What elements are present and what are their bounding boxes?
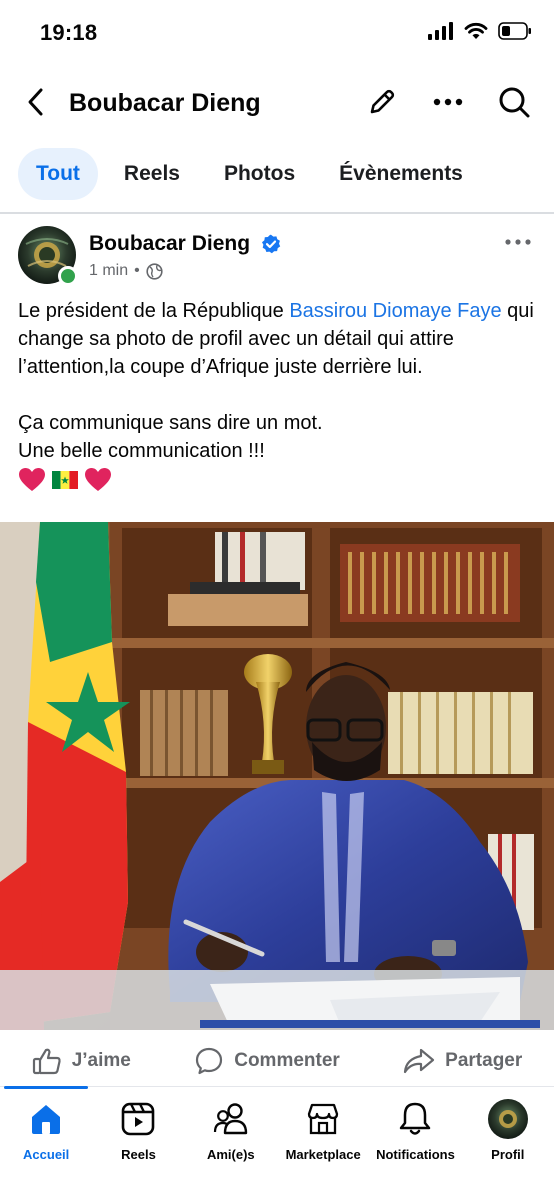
divider: [0, 212, 554, 214]
nav-label: Reels: [121, 1147, 156, 1162]
status-bar: 19:18: [0, 0, 554, 66]
nav-label: Notifications: [376, 1147, 455, 1162]
share-arrow-icon: [404, 1048, 435, 1074]
nav-home[interactable]: Accueil: [0, 1099, 92, 1162]
red-heart-icon: [85, 468, 111, 491]
share-label: Partager: [445, 1050, 523, 1071]
reels-icon: [122, 1102, 155, 1136]
edit-button[interactable]: [364, 84, 400, 120]
post-more-button[interactable]: [500, 228, 536, 256]
more-options-button[interactable]: [430, 84, 466, 120]
tab-tout[interactable]: Tout: [18, 148, 98, 200]
status-icons: [428, 22, 532, 40]
like-button[interactable]: J’aime: [32, 1047, 131, 1075]
nav-label: Profil: [491, 1147, 525, 1162]
friends-icon: [213, 1103, 248, 1135]
nav-notifications[interactable]: Notifications: [369, 1099, 461, 1162]
back-button[interactable]: [18, 84, 54, 120]
post-paragraph-2: Ça communique sans dire un mot.: [18, 412, 323, 434]
active-tab-indicator: [4, 1086, 88, 1089]
meta-separator: •: [134, 262, 140, 279]
trophy-avatar-art: [498, 1110, 517, 1128]
photo-president-office: [0, 522, 554, 1030]
post-photo[interactable]: [0, 522, 554, 1030]
post-action-bar: J’aime Commenter Partager: [0, 1036, 554, 1086]
tab-photos[interactable]: Photos: [206, 148, 313, 200]
post-meta: 1 min •: [89, 262, 163, 280]
pencil-icon: [370, 89, 395, 114]
search-icon: [499, 87, 530, 118]
nav-label: Ami(e)s: [206, 1147, 255, 1162]
thumbs-up-icon: [32, 1048, 61, 1075]
post-paragraph-3: Une belle communication !!!: [18, 440, 265, 462]
comment-button[interactable]: Commenter: [194, 1046, 340, 1076]
bottom-navigation: Accueil Reels Ami(e)s Marketplace Notifi…: [0, 1086, 554, 1200]
post-paragraph-1: Le président de la République Bassirou D…: [18, 297, 538, 381]
mention-link[interactable]: Bassirou Diomaye Faye: [289, 300, 501, 322]
verified-badge-icon: [262, 234, 281, 254]
status-time: 19:18: [40, 20, 98, 45]
post-time: 1 min: [89, 262, 129, 279]
nav-friends[interactable]: Ami(e)s: [185, 1099, 277, 1162]
comment-bubble-icon: [196, 1047, 223, 1075]
tab-reels[interactable]: Reels: [106, 148, 198, 200]
top-bar: Boubacar Dieng: [0, 72, 554, 134]
emoji-row: [18, 467, 538, 493]
share-button[interactable]: Partager: [403, 1047, 522, 1075]
profile-tabs: Tout Reels Photos Évènements: [18, 148, 489, 200]
nav-label: Accueil: [23, 1147, 70, 1162]
marketplace-icon: [307, 1103, 339, 1135]
post-body: Le président de la République Bassirou D…: [18, 297, 538, 493]
nav-profile[interactable]: Profil: [462, 1099, 554, 1162]
search-button[interactable]: [496, 84, 532, 120]
online-status-dot: [58, 266, 78, 286]
comment-label: Commenter: [234, 1050, 340, 1071]
post-author-name[interactable]: Boubacar Dieng: [89, 232, 250, 256]
home-icon: [32, 1105, 61, 1134]
battery-icon: [498, 22, 531, 40]
like-label: J’aime: [71, 1050, 131, 1071]
bell-icon: [400, 1102, 431, 1135]
nav-label: Marketplace: [285, 1147, 361, 1162]
more-horizontal-icon: [505, 239, 531, 245]
page-title: Boubacar Dieng: [69, 89, 261, 117]
post-text-part: Le président de la République: [18, 300, 290, 322]
more-horizontal-icon: [433, 98, 463, 106]
globe-icon: [146, 262, 163, 280]
signal-icon: [428, 22, 453, 40]
wifi-icon: [464, 22, 488, 39]
nav-reels[interactable]: Reels: [92, 1099, 184, 1162]
chevron-left-icon: [28, 88, 43, 116]
post-header: Boubacar Dieng 1 min •: [18, 226, 536, 288]
bottom-nav-items: Accueil Reels Ami(e)s Marketplace Notifi…: [0, 1099, 554, 1162]
tab-evenements[interactable]: Évènements: [321, 148, 481, 200]
red-heart-icon: [19, 468, 45, 491]
senegal-flag-icon: [52, 471, 78, 489]
nav-marketplace[interactable]: Marketplace: [277, 1099, 369, 1162]
top-actions: [364, 84, 532, 120]
profile-avatar: [487, 1099, 528, 1139]
